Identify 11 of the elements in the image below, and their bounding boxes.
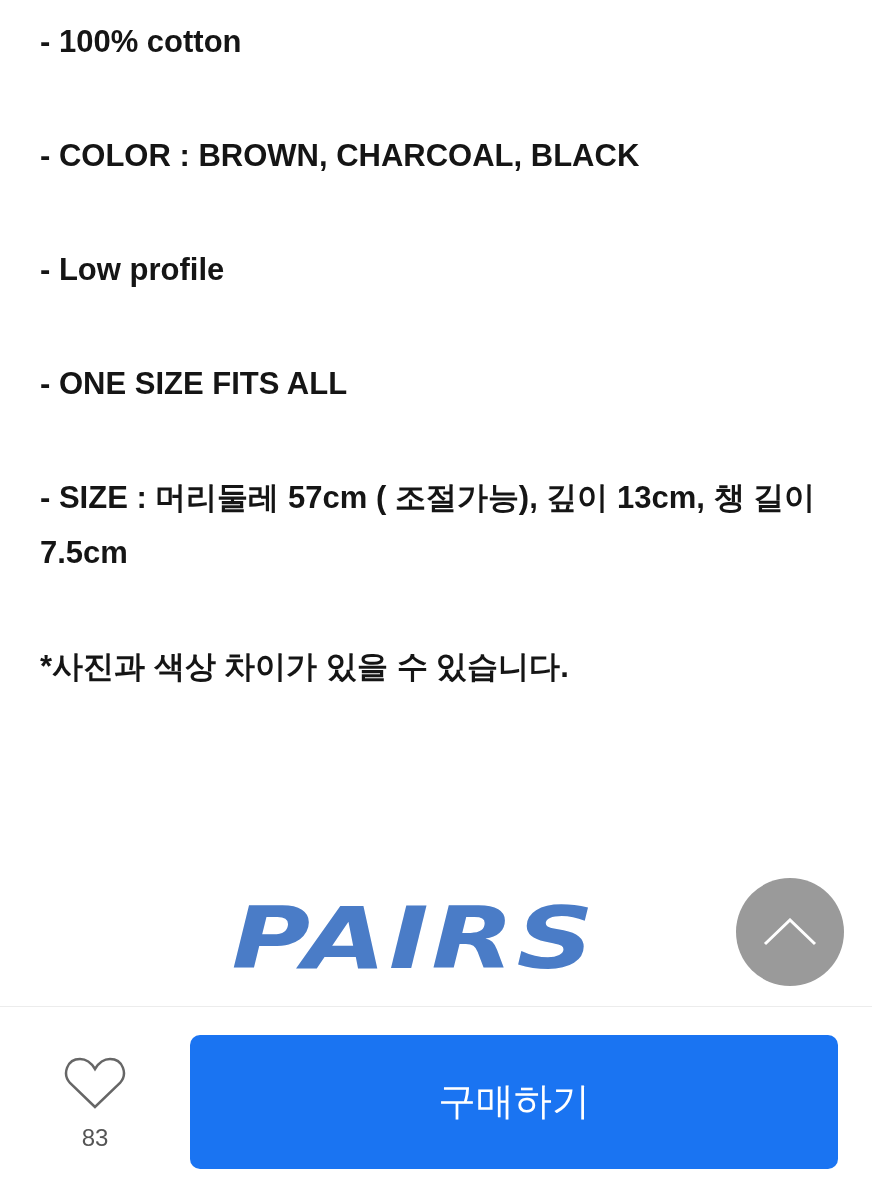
- buy-button[interactable]: 구매하기: [190, 1034, 838, 1169]
- description-line: - COLOR : BROWN, CHARCOAL, BLACK: [40, 137, 641, 175]
- description-line: - Low profile: [40, 251, 226, 289]
- heart-icon[interactable]: [64, 1055, 126, 1110]
- description-line: - SIZE : 머리둘레 57cm ( 조절가능), 깊이 13cm, 챙 길이 7.5cm: [40, 479, 817, 572]
- like-count: 83: [81, 1123, 109, 1152]
- description-line: *사진과 색상 차이가 있을 수 있습니다.: [40, 648, 570, 686]
- chevron-up-icon: [763, 918, 817, 946]
- description-line: - ONE SIZE FITS ALL: [40, 365, 349, 403]
- description-line: - 100% cotton: [40, 23, 243, 61]
- brand-logo: PAIRS: [231, 903, 597, 973]
